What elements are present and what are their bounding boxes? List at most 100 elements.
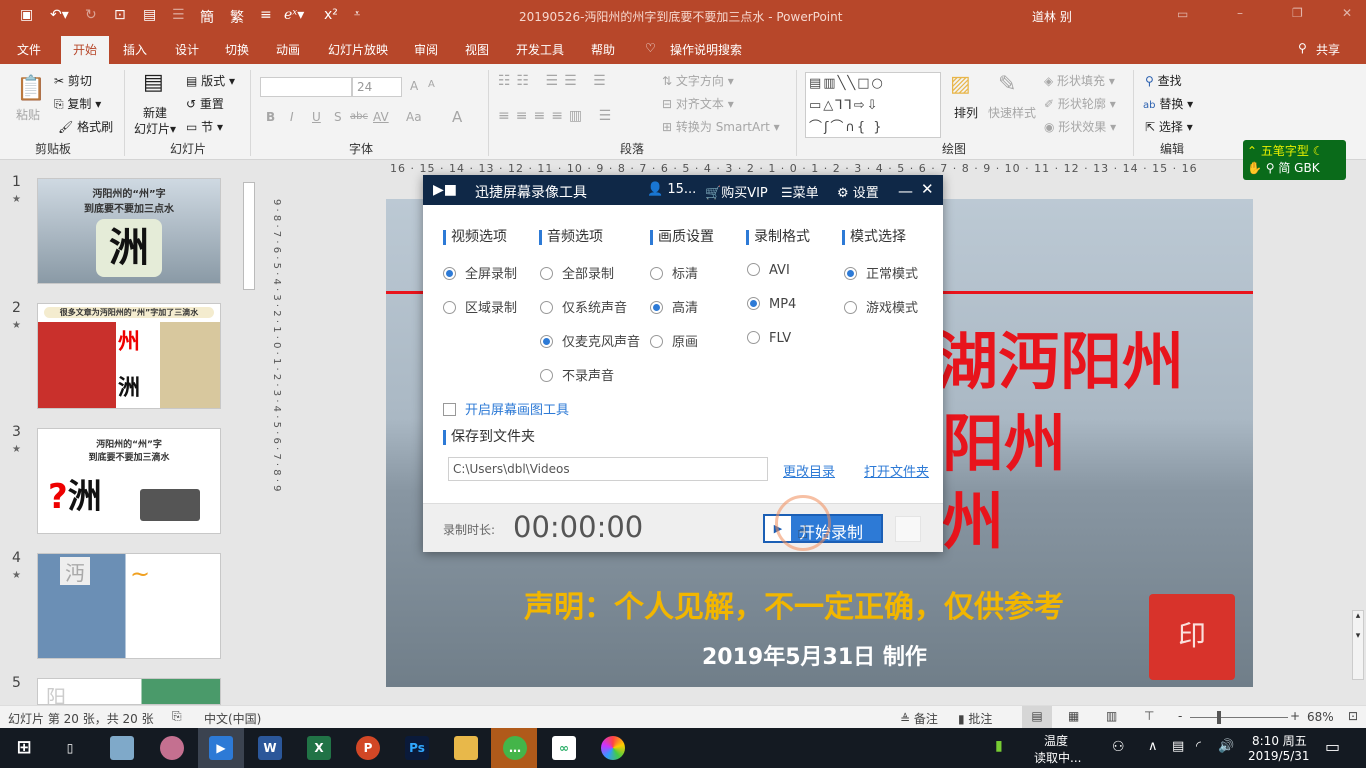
tab-insert[interactable]: 插入 — [123, 41, 147, 58]
ribbon-display-icon[interactable]: ▭ — [1177, 7, 1188, 21]
clock-time[interactable]: 8:10 周五 — [1252, 732, 1307, 749]
radio-format-flv[interactable]: FLV — [747, 331, 791, 346]
undo-icon[interactable]: ↶▾ — [50, 7, 69, 23]
arrange-button[interactable]: 排列 — [954, 104, 978, 121]
radio-region[interactable]: 区域录制 — [443, 297, 517, 316]
save-icon[interactable]: ▣ — [20, 7, 33, 23]
shadow-button[interactable]: S — [334, 110, 342, 124]
user-name[interactable]: 道林 别 — [1032, 8, 1072, 25]
slide-icon[interactable]: ▤ — [143, 7, 156, 23]
settings-button[interactable]: ⚙ 设置 — [837, 182, 879, 201]
present-icon[interactable]: ⊡ — [114, 7, 126, 23]
sync-icon[interactable]: ∞ — [552, 736, 576, 760]
strikethrough-button[interactable]: abc — [350, 111, 368, 122]
battery-icon[interactable]: ▮ — [995, 738, 1003, 754]
redo-icon[interactable]: ↻ — [85, 7, 97, 23]
slideshow-icon[interactable]: ⊤ — [1144, 709, 1154, 723]
zoom-in-button[interactable]: + — [1290, 709, 1300, 723]
new-slide-icon[interactable]: ▤ — [143, 70, 164, 95]
thumbnail-slide-1[interactable]: 沔阳州的“州”字 到底要不要加三点水 洲 — [37, 178, 221, 284]
radio-fullscreen[interactable]: 全屏录制 — [443, 263, 517, 282]
network-icon[interactable]: ▤ — [1172, 739, 1184, 754]
char-spacing-button[interactable]: AV — [373, 110, 389, 124]
shape-effects-button[interactable]: ◉ 形状效果 ▾ — [1044, 118, 1116, 135]
font-size-input[interactable]: 24 — [352, 77, 402, 97]
arrange-icon[interactable]: ▨ — [950, 72, 971, 97]
people-icon[interactable]: ⚇ — [1112, 739, 1125, 755]
tab-transitions[interactable]: 切换 — [225, 41, 249, 58]
tab-review[interactable]: 审阅 — [414, 41, 438, 58]
shape-fill-button[interactable]: ◈ 形状填充 ▾ — [1044, 72, 1115, 89]
tab-view[interactable]: 视图 — [465, 41, 489, 58]
font-name-input[interactable] — [260, 77, 352, 97]
new-slide-dropdown[interactable]: 幻灯片▾ — [134, 120, 176, 137]
smartart-button[interactable]: ⊞ 转换为 SmartArt ▾ — [662, 118, 780, 135]
reset-button[interactable]: ↺ 重置 — [186, 95, 224, 112]
language-indicator[interactable]: 中文(中国) — [204, 710, 261, 727]
ime-toolbar[interactable]: ⌃ 五笔字型 ☾ ✋ ⚲ 简 GBK — [1243, 140, 1346, 180]
wechat-icon[interactable]: … — [503, 736, 527, 760]
powerpoint-icon[interactable]: P — [356, 736, 380, 760]
thumbnail-slide-4[interactable]: 沔 ~ — [37, 553, 221, 659]
slide-scrollbar[interactable]: ▴ ▾ — [1352, 610, 1364, 680]
task-view-icon[interactable]: ▯ — [58, 736, 82, 760]
temperature-status[interactable]: 读取中... — [1034, 749, 1081, 766]
slide-sorter-icon[interactable]: ▦ — [1068, 709, 1079, 723]
find-button[interactable]: ⚲ 查找 — [1145, 72, 1182, 89]
paste-button[interactable]: 粘贴 — [16, 106, 40, 123]
slide-disclaimer[interactable]: 声明：个人见解，不一定正确，仅供参考 — [524, 582, 1064, 626]
italic-button[interactable]: I — [290, 110, 294, 124]
photoshop-icon[interactable]: Ps — [405, 736, 429, 760]
spellcheck-icon[interactable]: ⎘ — [172, 709, 182, 724]
quick-styles-button[interactable]: 快速样式 — [988, 104, 1036, 121]
start-icon[interactable]: ⊞ — [12, 736, 36, 760]
tell-me-search[interactable]: 操作说明搜索 — [670, 41, 742, 58]
clock-date[interactable]: 2019/5/31 — [1248, 749, 1310, 763]
radio-audio-none[interactable]: 不录声音 — [540, 365, 614, 384]
equation-icon[interactable]: eˣ▾ — [284, 7, 304, 23]
zoom-slider-thumb[interactable] — [1217, 711, 1221, 724]
tab-slideshow[interactable]: 幻灯片放映 — [328, 41, 388, 58]
temperature-label[interactable]: 温度 — [1044, 732, 1068, 749]
buy-vip-button[interactable]: 🛒购买VIP — [705, 182, 768, 201]
cut-button[interactable]: ✂ 剪切 — [54, 72, 92, 89]
select-button[interactable]: ⇱ 选择 ▾ — [1145, 118, 1193, 135]
thumbnails-scrollbar[interactable] — [242, 178, 256, 703]
radio-quality-sd[interactable]: 标清 — [650, 263, 698, 282]
underline-button[interactable]: U — [312, 110, 321, 124]
open-folder-link[interactable]: 打开文件夹 — [864, 461, 929, 480]
superscript-icon[interactable]: x² — [324, 7, 338, 23]
chevron-up-icon[interactable]: ∧ — [1148, 739, 1158, 754]
fit-slide-icon[interactable]: ⊡ — [1348, 709, 1358, 723]
align-text-button[interactable]: ⊟ 对齐文本 ▾ — [662, 95, 734, 112]
comments-button[interactable]: ▮ 批注 — [958, 710, 992, 727]
scrollbar-thumb[interactable] — [243, 182, 255, 290]
minimize-icon[interactable]: – — [1237, 6, 1243, 20]
simplified-icon[interactable]: 簡 — [200, 7, 214, 27]
align-icon[interactable]: ≡ — [260, 7, 272, 23]
tab-design[interactable]: 设计 — [175, 41, 199, 58]
shape-outline-button[interactable]: ✐ 形状轮廓 ▾ — [1044, 95, 1116, 112]
save-path-input[interactable]: C:\Users\dbl\Videos — [448, 457, 768, 481]
tab-home[interactable]: 开始 — [61, 36, 110, 64]
list-buttons[interactable]: ☷☷ ☰☰ ☰ — [498, 73, 612, 89]
volume-icon[interactable]: 🔊 — [1218, 739, 1234, 754]
tab-animations[interactable]: 动画 — [276, 41, 300, 58]
radio-mode-game[interactable]: 游戏模式 — [844, 297, 918, 316]
word-icon[interactable]: W — [258, 736, 282, 760]
app-icon[interactable] — [110, 736, 134, 760]
shrink-font-button[interactable]: A — [428, 79, 435, 90]
customize-icon[interactable]: ⩡ — [354, 7, 360, 21]
minimize-icon[interactable]: — — [898, 182, 913, 200]
reading-view-icon[interactable]: ▥ — [1106, 709, 1117, 723]
thumbnail-slide-5[interactable]: 阳 — [37, 678, 221, 705]
stop-button[interactable] — [895, 516, 921, 542]
section-button[interactable]: ▭ 节 ▾ — [186, 118, 223, 135]
radio-quality-original[interactable]: 原画 — [650, 331, 698, 350]
notes-button[interactable]: ≜ 备注 — [900, 710, 938, 727]
tab-developer[interactable]: 开发工具 — [516, 41, 564, 58]
radio-audio-mic[interactable]: 仅麦克风声音 — [540, 331, 640, 350]
grow-font-button[interactable]: A — [410, 79, 418, 93]
change-directory-link[interactable]: 更改目录 — [783, 461, 835, 480]
thumbnail-slide-3[interactable]: 沔阳州的“州”字 到底要不要加三滴水 ?洲 — [37, 428, 221, 534]
